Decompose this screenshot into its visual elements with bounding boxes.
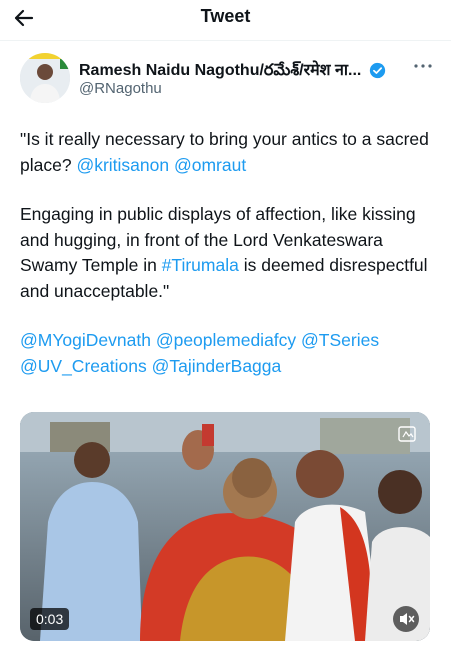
- mention-link[interactable]: @TSeries: [301, 330, 379, 350]
- mention-link[interactable]: @MYogiDevnath: [20, 330, 151, 350]
- author-handle[interactable]: @RNagothu: [79, 80, 162, 97]
- tweet-video[interactable]: [20, 412, 430, 641]
- avatar-image: [20, 53, 70, 103]
- mention-link[interactable]: @omraut: [174, 155, 246, 175]
- tweet-paragraph-1: "Is it really necessary to bring your an…: [20, 127, 440, 178]
- mention-link[interactable]: @UV_Creations: [20, 356, 147, 376]
- mention-link[interactable]: @peoplemediafcy: [156, 330, 296, 350]
- top-bar: Tweet: [0, 0, 451, 36]
- hashtag-link[interactable]: #Tirumala: [162, 255, 239, 275]
- video-thumbnail: [20, 412, 430, 641]
- page-title: Tweet: [200, 6, 251, 26]
- mention-link[interactable]: @kritisanon: [76, 155, 169, 175]
- mute-button[interactable]: [393, 606, 419, 632]
- video-badge-icon: [398, 426, 416, 442]
- video-duration: 0:03: [30, 608, 70, 630]
- more-icon: [414, 64, 432, 68]
- verified-badge-icon: [369, 62, 385, 79]
- speaker-muted-icon: [400, 613, 415, 625]
- mention-link[interactable]: @TajinderBagga: [152, 356, 282, 376]
- avatar[interactable]: [20, 53, 70, 103]
- tweet-text: "Is it really necessary to bring your an…: [20, 127, 440, 403]
- tweet-paragraph-3: @MYogiDevnath @peoplemediafcy @TSeries @…: [20, 328, 440, 379]
- header-divider: [0, 40, 451, 41]
- more-options-button[interactable]: [412, 58, 434, 74]
- tweet-paragraph-2: Engaging in public displays of affection…: [20, 202, 440, 304]
